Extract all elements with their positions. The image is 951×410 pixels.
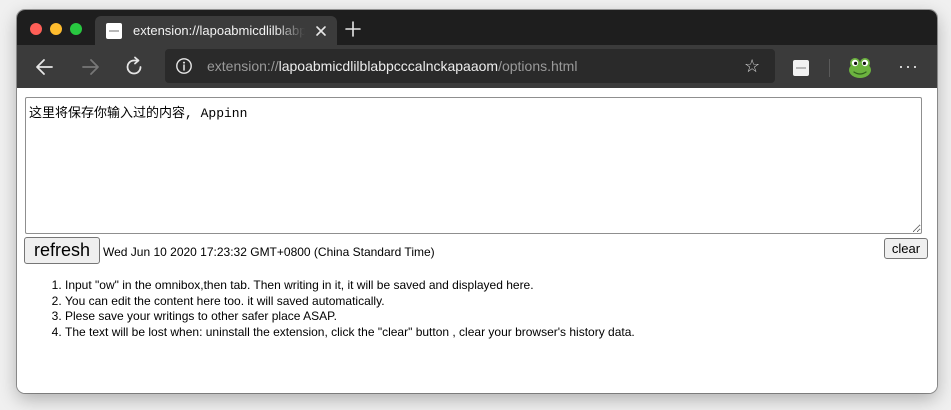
more-icon[interactable]: ··· — [898, 57, 919, 75]
url-host: lapoabmicdlilblabpcccalnckapaaom — [278, 58, 499, 74]
address-bar[interactable]: extension://lapoabmicdlilblabpcccalnckap… — [165, 49, 775, 83]
frog-avatar-icon[interactable] — [847, 55, 873, 79]
instruction-item: Plese save your writings to other safer … — [65, 309, 635, 325]
tab-strip: extension://lapoabmicdlilblabpcccalnckap… — [17, 10, 937, 45]
tab-title: extension://lapoabmicdlilblabpcccalnckap… — [133, 23, 305, 39]
window-minimize-button[interactable] — [50, 23, 62, 35]
info-icon[interactable] — [175, 57, 193, 75]
extension-icon[interactable] — [793, 60, 809, 76]
instruction-item: The text will be lost when: uninstall th… — [65, 325, 635, 341]
instruction-item: Input "ow" in the omnibox,then tab. Then… — [65, 278, 635, 294]
url-path: /options.html — [498, 58, 578, 74]
browser-toolbar: extension://lapoabmicdlilblabpcccalnckap… — [17, 45, 937, 88]
page-content: 这里将保存你输入过的内容, Appinn refresh Wed Jun 10 … — [17, 88, 937, 393]
toolbar-divider — [829, 59, 830, 77]
forward-arrow-icon[interactable] — [79, 56, 101, 78]
last-saved-timestamp: Wed Jun 10 2020 17:23:32 GMT+0800 (China… — [103, 245, 435, 259]
note-editor[interactable]: 这里将保存你输入过的内容, Appinn — [25, 97, 922, 234]
tab-favicon-icon — [106, 23, 122, 39]
tab-options[interactable]: extension://lapoabmicdlilblabpcccalnckap… — [95, 16, 337, 45]
window-maximize-button[interactable] — [70, 23, 82, 35]
refresh-button[interactable]: refresh — [24, 237, 100, 264]
url-text[interactable]: extension://lapoabmicdlilblabpcccalnckap… — [207, 57, 577, 75]
window-close-button[interactable] — [30, 23, 42, 35]
reload-icon[interactable] — [123, 56, 145, 78]
url-scheme: extension:// — [207, 58, 279, 74]
browser-window: extension://lapoabmicdlilblabpcccalnckap… — [17, 10, 937, 393]
clear-button[interactable]: clear — [884, 238, 928, 259]
star-icon[interactable]: ☆ — [744, 56, 760, 76]
instructions-list: Input "ow" in the omnibox,then tab. Then… — [25, 278, 635, 340]
plus-icon[interactable] — [345, 21, 361, 37]
instruction-item: You can edit the content here too. it wi… — [65, 294, 635, 310]
back-arrow-icon[interactable] — [34, 56, 56, 78]
close-icon[interactable] — [313, 23, 329, 39]
